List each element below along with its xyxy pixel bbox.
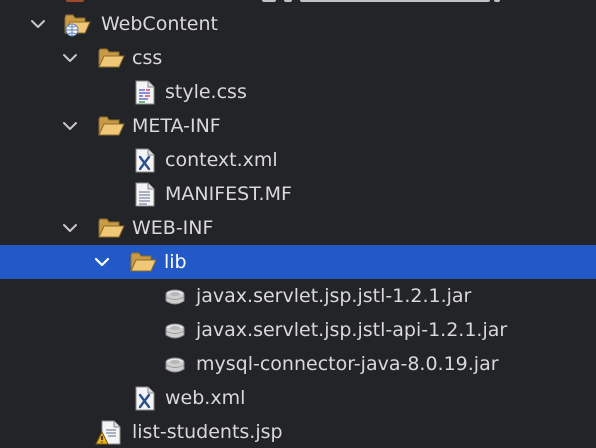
tree-item-label: javax.servlet.jsp.jstl-1.2.1.jar <box>196 285 472 307</box>
tree-item-label: context.xml <box>165 149 278 171</box>
project-explorer-tree: WebContent css style.css META-INF contex… <box>0 0 596 448</box>
tree-item-label: style.css <box>165 81 247 103</box>
tree-item-label: WEB-INF <box>132 217 214 239</box>
tree-item-label: web.xml <box>165 387 246 409</box>
xml-file-icon <box>131 147 159 173</box>
text-file-icon <box>131 181 159 207</box>
tree-item-web-xml[interactable]: web.xml <box>0 381 596 415</box>
folder-open-icon <box>97 45 125 71</box>
web-project-folder-icon <box>63 11 91 37</box>
tree-item-label: mysql-connector-java-8.0.19.jar <box>196 353 499 375</box>
folder-open-icon <box>97 215 125 241</box>
tree-item-label: javax.servlet.jsp.jstl-api-1.2.1.jar <box>196 319 508 341</box>
tree-item-label: lib <box>164 251 187 273</box>
tree-item-style-css[interactable]: style.css <box>0 75 596 109</box>
clipped-previous-row <box>0 0 596 5</box>
tree-item-label: WebContent <box>101 13 218 35</box>
tree-item-lib[interactable]: lib <box>0 245 596 279</box>
jar-file-icon <box>162 317 190 343</box>
tree-item-label: META-INF <box>132 115 221 137</box>
tree-item-css[interactable]: css <box>0 41 596 75</box>
css-file-icon <box>131 79 159 105</box>
tree-item-list-students-jsp[interactable]: list-students.jsp <box>0 415 596 448</box>
tree-item-web-inf[interactable]: WEB-INF <box>0 211 596 245</box>
tree-item-context-xml[interactable]: context.xml <box>0 143 596 177</box>
jar-file-icon <box>162 283 190 309</box>
tree-item-label: css <box>132 47 163 69</box>
tree-item-jstl-jar[interactable]: javax.servlet.jsp.jstl-1.2.1.jar <box>0 279 596 313</box>
chevron-down-icon[interactable] <box>60 109 80 143</box>
chevron-down-icon[interactable] <box>60 41 80 75</box>
folder-open-icon <box>129 249 157 275</box>
chevron-down-icon[interactable] <box>60 211 80 245</box>
tree-item-manifest-mf[interactable]: MANIFEST.MF <box>0 177 596 211</box>
tree-item-label: list-students.jsp <box>132 421 283 443</box>
tree-item-label: MANIFEST.MF <box>165 183 292 205</box>
folder-open-icon <box>97 113 125 139</box>
tree-item-jstl-api-jar[interactable]: javax.servlet.jsp.jstl-api-1.2.1.jar <box>0 313 596 347</box>
xml-file-icon <box>131 385 159 411</box>
jsp-file-warning-icon <box>95 419 123 445</box>
chevron-down-icon[interactable] <box>92 245 112 279</box>
tree-item-mysql-connector-jar[interactable]: mysql-connector-java-8.0.19.jar <box>0 347 596 381</box>
tree-item-webcontent[interactable]: WebContent <box>0 7 596 41</box>
jar-file-icon <box>162 351 190 377</box>
chevron-down-icon[interactable] <box>28 7 48 41</box>
tree-item-meta-inf[interactable]: META-INF <box>0 109 596 143</box>
